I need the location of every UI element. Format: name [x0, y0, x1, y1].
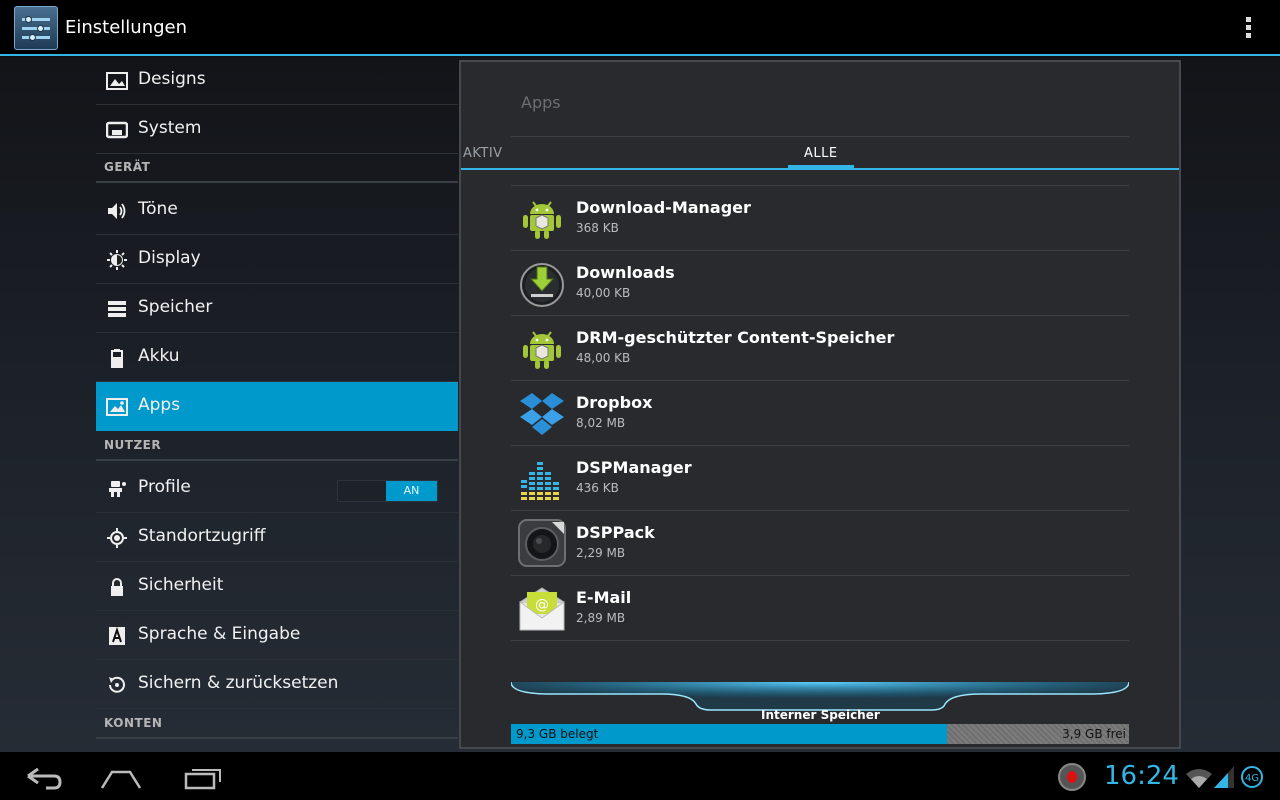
section-header-konten: KONTEN — [96, 711, 458, 739]
storage-bar: 9,3 GB belegt 3,9 GB frei — [511, 724, 1129, 744]
divider — [511, 136, 1129, 137]
app-name: DSPPack — [576, 523, 655, 542]
toggle-on-label: AN — [386, 481, 437, 501]
app-name: Download-Manager — [576, 198, 751, 217]
panel-title: Apps — [521, 93, 561, 112]
email-icon: @ — [518, 584, 566, 632]
app-name: DSPManager — [576, 458, 692, 477]
settings-item-sichern[interactable]: Sichern & zurücksetzen — [96, 660, 458, 709]
storage-label: Interner Speicher — [761, 708, 880, 722]
app-row-drm-content[interactable]: DRM-geschützter Content-Speicher 48,00 K… — [511, 316, 1129, 381]
back-icon[interactable] — [20, 762, 70, 792]
apps-icon — [106, 397, 128, 417]
lock-icon — [106, 577, 128, 597]
storage-icon — [106, 299, 128, 319]
recent-apps-icon[interactable] — [176, 762, 226, 792]
settings-item-system[interactable]: System — [96, 105, 458, 154]
app-name: Dropbox — [576, 393, 653, 412]
app-size: 2,29 MB — [576, 546, 626, 560]
svg-text:4G: 4G — [1245, 773, 1259, 784]
action-bar: Einstellungen — [0, 0, 1280, 56]
settings-item-sicherheit[interactable]: Sicherheit — [96, 562, 458, 611]
settings-list: Designs System GERÄT Töne Display Speich… — [96, 58, 458, 752]
app-row-download-manager[interactable]: Download-Manager 368 KB — [511, 186, 1129, 251]
app-tabs: AKTIV ALLE — [461, 138, 1179, 170]
clock[interactable]: 16:24 — [1104, 761, 1179, 791]
app-size: 368 KB — [576, 221, 619, 235]
app-row-dspmanager[interactable]: DSPManager 436 KB — [511, 446, 1129, 511]
section-header-nutzer: NUTZER — [96, 433, 458, 461]
android-icon — [518, 194, 566, 242]
backup-icon — [106, 675, 128, 695]
settings-item-akku[interactable]: Akku — [96, 333, 458, 382]
network-4g-icon: 4G — [1241, 766, 1263, 788]
settings-app-icon[interactable] — [14, 6, 58, 50]
app-size: 436 KB — [576, 481, 619, 495]
settings-item-sprache[interactable]: Sprache & Eingabe — [96, 611, 458, 660]
profile-toggle-switch[interactable]: AN — [337, 480, 438, 502]
app-list[interactable]: Download-Manager 368 KB Downloads 40,00 … — [511, 172, 1129, 648]
settings-item-apps[interactable]: Apps — [96, 382, 458, 431]
brightness-icon — [106, 250, 128, 270]
overflow-menu-icon[interactable] — [1240, 14, 1256, 42]
app-row-downloads[interactable]: Downloads 40,00 KB — [511, 251, 1129, 316]
app-size: 48,00 KB — [576, 351, 631, 365]
vodafone-notification-icon[interactable] — [1058, 763, 1086, 791]
settings-item-designs[interactable]: Designs — [96, 58, 458, 105]
settings-item-profile[interactable]: Profile AN — [96, 464, 458, 513]
app-name: E-Mail — [576, 588, 632, 607]
app-name: Downloads — [576, 263, 675, 282]
speaker-icon — [518, 519, 566, 567]
svg-text:@: @ — [535, 597, 549, 613]
signal-icon — [1214, 766, 1234, 788]
app-row-dsppack[interactable]: DSPPack 2,29 MB — [511, 511, 1129, 576]
volume-icon — [106, 201, 128, 221]
storage-used-text: 9,3 GB belegt — [516, 727, 599, 741]
profiles-icon — [106, 479, 128, 499]
dropbox-icon — [518, 389, 566, 437]
app-size: 40,00 KB — [576, 286, 631, 300]
android-icon — [518, 324, 566, 372]
designs-icon — [106, 71, 128, 91]
app-row-email[interactable]: @ E-Mail 2,89 MB — [511, 576, 1129, 641]
app-size: 8,02 MB — [576, 416, 626, 430]
tab-aktiv[interactable]: AKTIV — [463, 146, 503, 161]
location-icon — [106, 528, 128, 548]
storage-free-text: 3,9 GB frei — [1062, 727, 1126, 741]
app-name: DRM-geschützter Content-Speicher — [576, 328, 895, 347]
settings-item-speicher[interactable]: Speicher — [96, 284, 458, 333]
system-bar: 16:24 4G — [0, 752, 1280, 800]
tab-alle[interactable]: ALLE — [804, 146, 838, 161]
app-row-dropbox[interactable]: Dropbox 8,02 MB — [511, 381, 1129, 446]
home-icon[interactable] — [96, 762, 146, 792]
section-header-geraet: GERÄT — [96, 155, 458, 183]
download-icon — [518, 259, 566, 307]
battery-icon — [106, 348, 128, 368]
language-icon — [106, 626, 128, 646]
active-tab-indicator — [788, 165, 854, 169]
settings-item-toene[interactable]: Töne — [96, 186, 458, 235]
app-size: 2,89 MB — [576, 611, 626, 625]
equalizer-icon — [518, 454, 566, 502]
wifi-icon — [1186, 769, 1212, 788]
system-icon — [105, 120, 129, 140]
settings-item-standortzugriff[interactable]: Standortzugriff — [96, 513, 458, 562]
settings-item-display[interactable]: Display — [96, 235, 458, 284]
page-title: Einstellungen — [65, 17, 188, 38]
apps-panel: Apps AKTIV ALLE Download-Manager 368 KB — [459, 60, 1181, 749]
